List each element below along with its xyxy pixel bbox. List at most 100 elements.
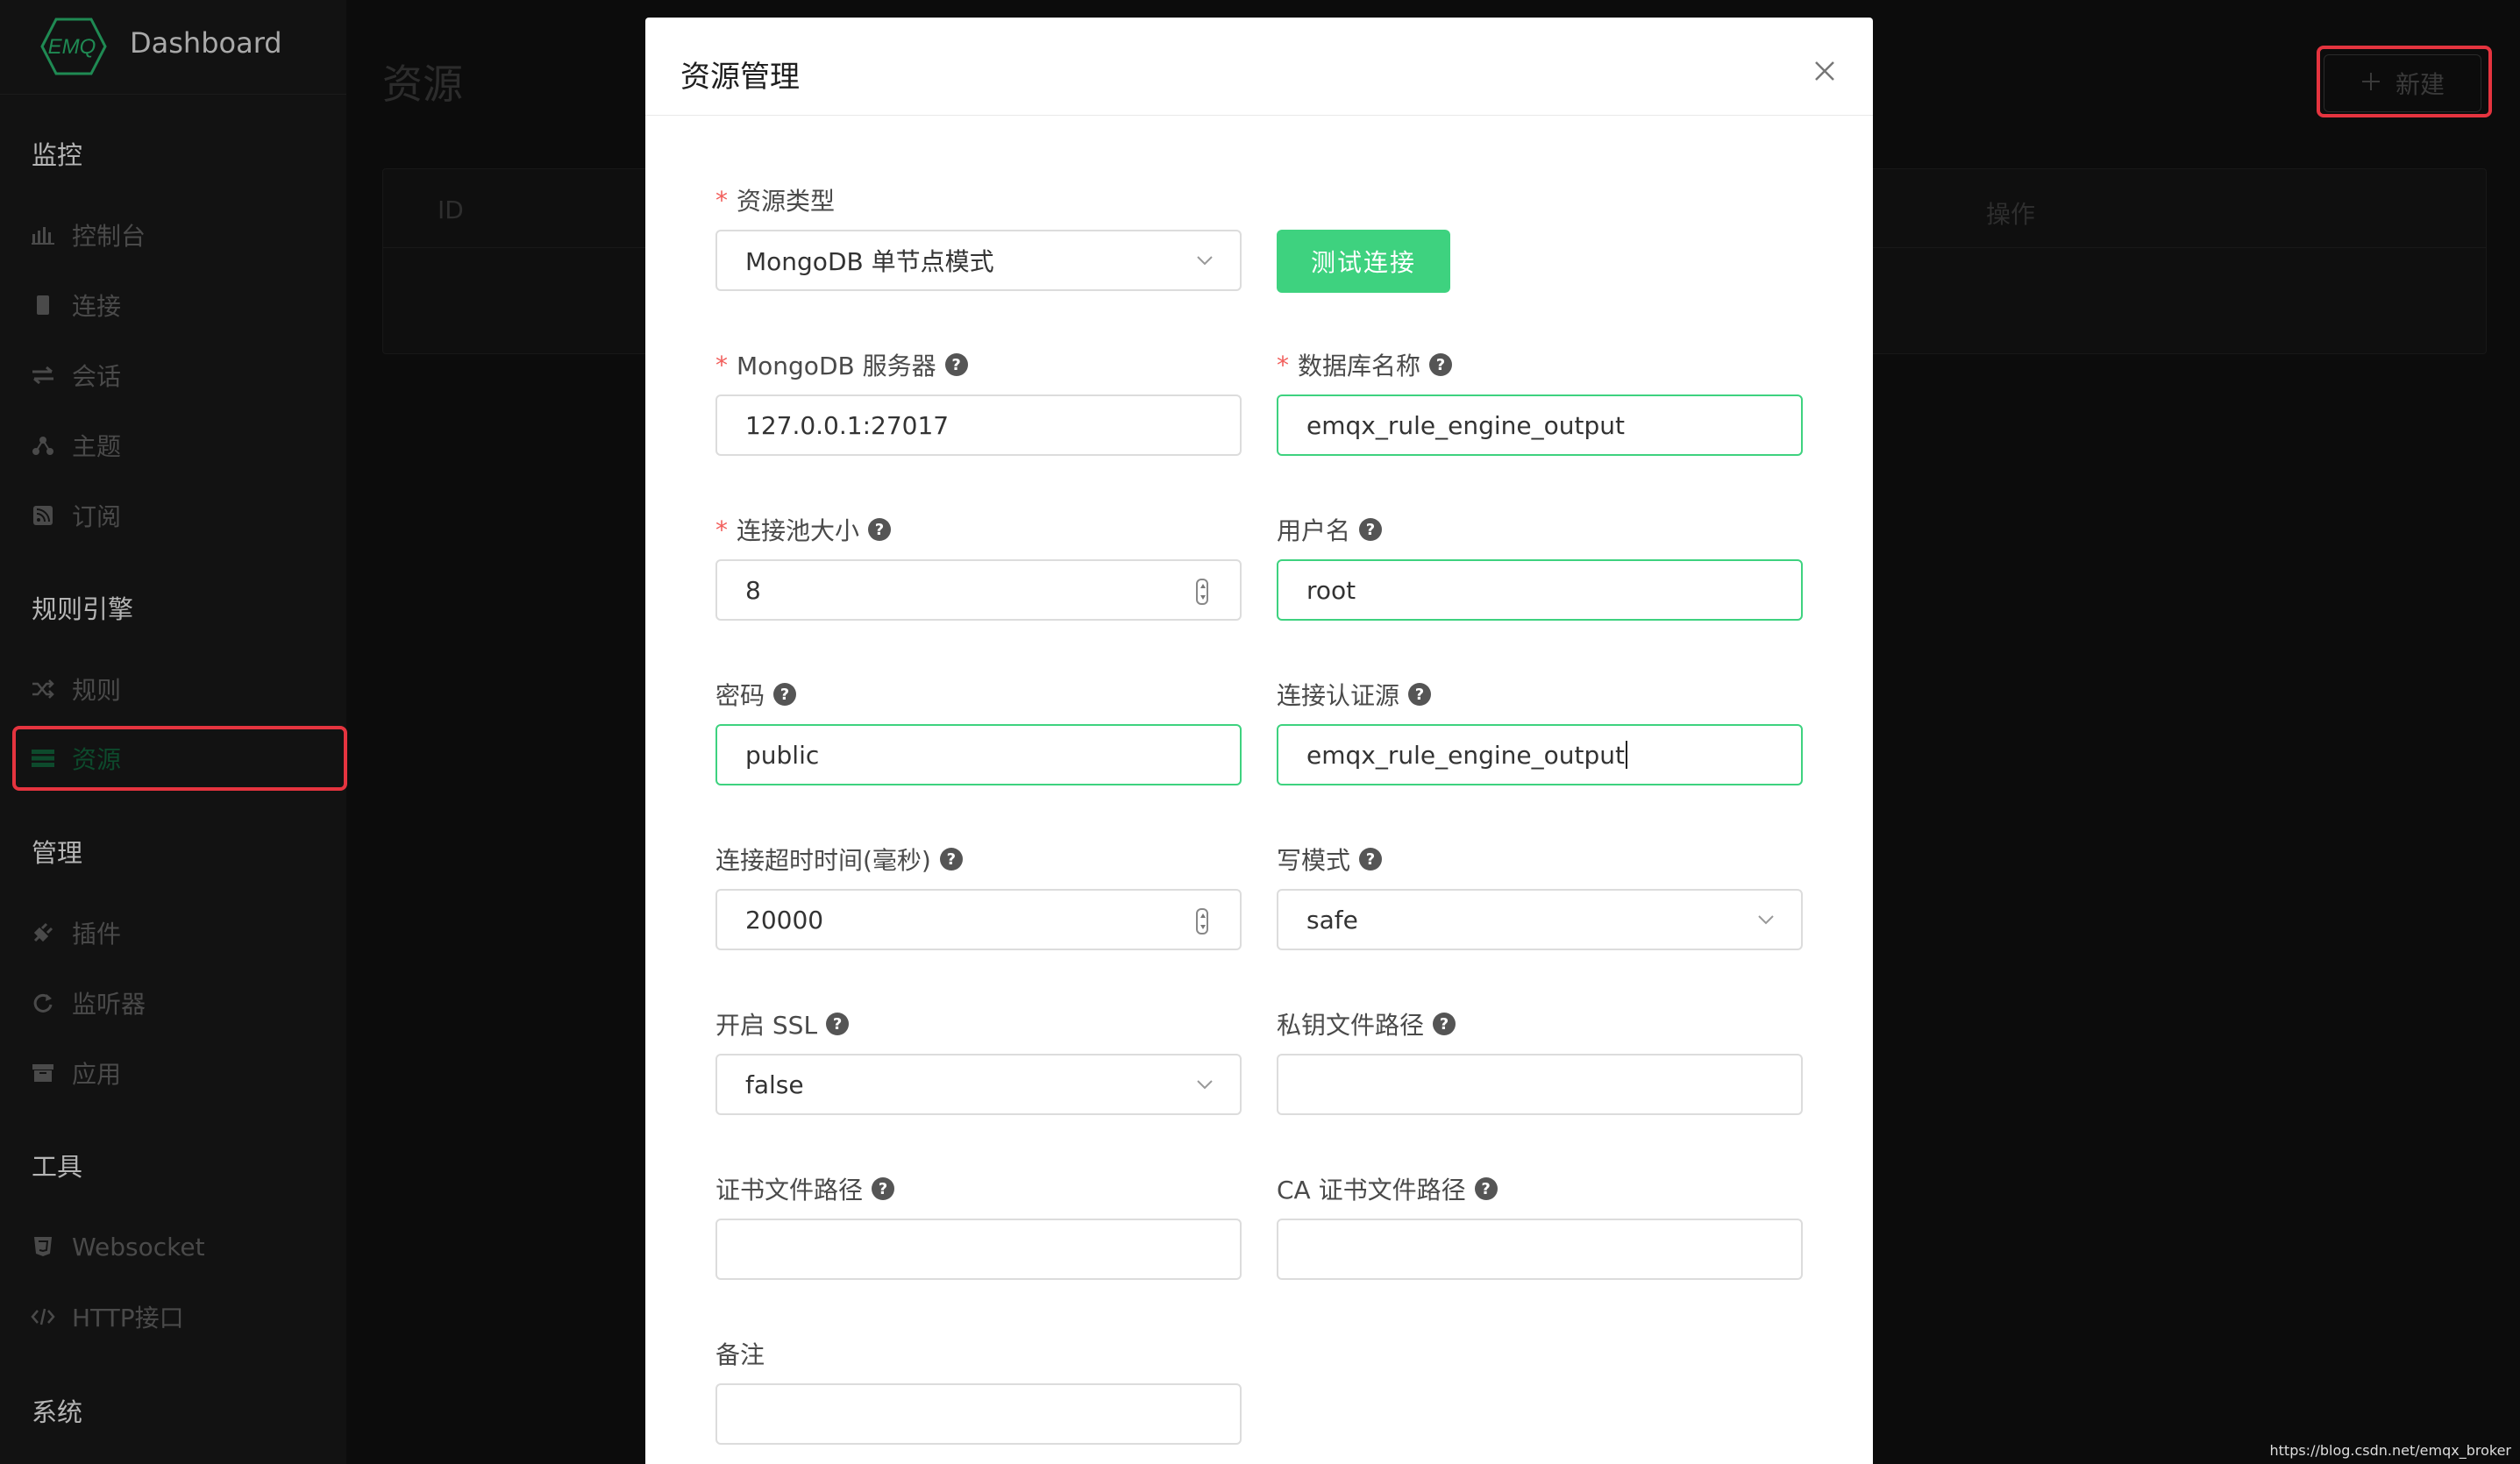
auth-source-input[interactable]: emqx_rule_engine_output [1277,724,1803,785]
sidebar-item-topics[interactable]: 主题 [30,425,121,465]
nav-group-system: 系统 [32,1397,83,1427]
chevron-down-icon [1197,1080,1213,1090]
pool-size-stepper[interactable]: 8 [715,559,1242,621]
brand-title: Dashboard [130,26,282,60]
label-pool-size: * 连接池大小? [715,512,892,547]
page-title: 资源 [382,60,463,108]
label-resource-type: * 资源类型 [715,185,836,217]
close-icon[interactable] [1812,58,1838,84]
help-icon[interactable]: ? [1359,518,1383,541]
sidebar-item-listeners[interactable]: 监听器 [30,983,146,1023]
help-icon[interactable]: ? [1433,1013,1456,1035]
sidebar-item-label: Websocket [72,1232,205,1261]
label-certfile: 证书文件路径? [715,1171,895,1206]
mongodb-server-input[interactable]: 127.0.0.1:27017 [715,394,1242,456]
username-input[interactable]: root [1277,559,1803,621]
nav-group-monitor: 监控 [32,140,83,170]
help-icon[interactable]: ? [1359,848,1383,871]
device-icon [30,292,56,318]
label-description: 备注 [715,1340,765,1369]
database-name-input[interactable]: emqx_rule_engine_output [1277,394,1803,456]
chevron-down-icon [1197,256,1213,266]
rss-icon [30,502,56,529]
text-cursor [1625,741,1627,769]
chevron-down-icon [1758,915,1774,925]
brand: EMQ Dashboard [0,0,346,95]
html5-icon [30,1233,56,1260]
nav-group-rule-engine: 规则引擎 [32,594,134,624]
label-database-name: * 数据库名称? [1277,347,1453,382]
code-icon [30,1304,56,1330]
password-input[interactable]: public [715,724,1242,785]
topic-icon [30,432,56,458]
emq-logo: EMQ [40,18,107,75]
ssl-select[interactable]: false [715,1054,1242,1115]
bar-chart-icon [30,222,56,248]
label-keyfile: 私钥文件路径? [1277,1006,1456,1041]
spinner-arrows-icon[interactable] [1196,579,1208,605]
label-ssl: 开启 SSL? [715,1006,850,1041]
sidebar-item-subscriptions[interactable]: 订阅 [30,495,121,536]
sidebar-item-websocket[interactable]: Websocket [30,1226,205,1267]
sidebar-item-plugins[interactable]: 插件 [30,913,121,953]
help-icon[interactable]: ? [1474,1177,1498,1200]
label-mongodb-server: * MongoDB 服务器? [715,347,968,382]
sidebar-item-connections[interactable]: 连接 [30,285,121,325]
resource-type-select[interactable]: MongoDB 单节点模式 [715,230,1242,291]
help-icon[interactable]: ? [1408,683,1432,706]
help-icon[interactable]: ? [868,518,892,541]
highlight-box-new [2317,46,2492,117]
label-auth-source: 连接认证源? [1277,677,1432,712]
sidebar-item-http-api[interactable]: HTTP接口 [30,1297,184,1337]
sidebar-item-label: 主题 [72,432,122,461]
help-icon[interactable]: ? [872,1177,895,1200]
connect-timeout-stepper[interactable]: 20000 [715,889,1242,950]
sidebar-item-rules[interactable]: 规则 [30,669,121,709]
label-write-mode: 写模式? [1277,842,1383,877]
highlight-box-resources [12,726,347,791]
sidebar-item-label: 插件 [72,920,122,949]
sidebar: EMQ Dashboard 监控 控制台 连接 会话 主题 订阅 规则引擎 规则… [0,0,347,1464]
write-mode-select[interactable]: safe [1277,889,1803,950]
modal-header: 资源管理 [645,18,1873,116]
app-root: EMQ Dashboard 监控 控制台 连接 会话 主题 订阅 规则引擎 规则… [0,0,2520,1464]
sidebar-item-label: 监听器 [72,990,146,1019]
sidebar-item-sessions[interactable]: 会话 [30,355,121,395]
column-header-id: ID [438,195,464,224]
swap-icon [30,362,56,388]
cacertfile-input[interactable] [1277,1219,1803,1280]
help-icon[interactable]: ? [939,848,963,871]
help-icon[interactable]: ? [826,1013,850,1035]
certfile-input[interactable] [715,1219,1242,1280]
resource-type-value: MongoDB 单节点模式 [745,247,994,276]
sidebar-item-label: 连接 [72,292,122,321]
description-input[interactable] [715,1383,1242,1445]
sidebar-item-label: 规则 [72,676,122,705]
help-icon[interactable]: ? [944,353,968,376]
shuffle-icon [30,676,56,702]
spinner-arrows-icon[interactable] [1196,908,1208,935]
refresh-icon [30,990,56,1016]
label-username: 用户名? [1277,512,1383,547]
nav-group-management: 管理 [32,838,83,868]
label-connect-timeout: 连接超时时间(毫秒)? [715,842,963,877]
keyfile-input[interactable] [1277,1054,1803,1115]
nav-group-tools: 工具 [32,1152,83,1182]
column-header-actions: 操作 [1986,200,2036,229]
help-icon[interactable]: ? [773,683,797,706]
sidebar-item-console[interactable]: 控制台 [30,215,146,255]
watermark: https://blog.csdn.net/emqx_broker [2269,1442,2512,1459]
sidebar-item-label: 会话 [72,362,122,391]
label-cacertfile: CA 证书文件路径? [1277,1171,1498,1206]
help-icon[interactable]: ? [1429,353,1453,376]
sidebar-item-label: 应用 [72,1060,122,1089]
svg-text:EMQ: EMQ [48,35,96,59]
modal-title: 资源管理 [680,60,800,95]
sidebar-item-label: HTTP接口 [72,1304,184,1333]
sidebar-item-applications[interactable]: 应用 [30,1053,121,1093]
sidebar-item-label: 控制台 [72,222,146,251]
test-connection-button[interactable]: 测试连接 [1277,230,1450,293]
sidebar-item-label: 订阅 [72,502,122,531]
archive-icon [30,1060,56,1086]
plug-icon [30,920,56,946]
